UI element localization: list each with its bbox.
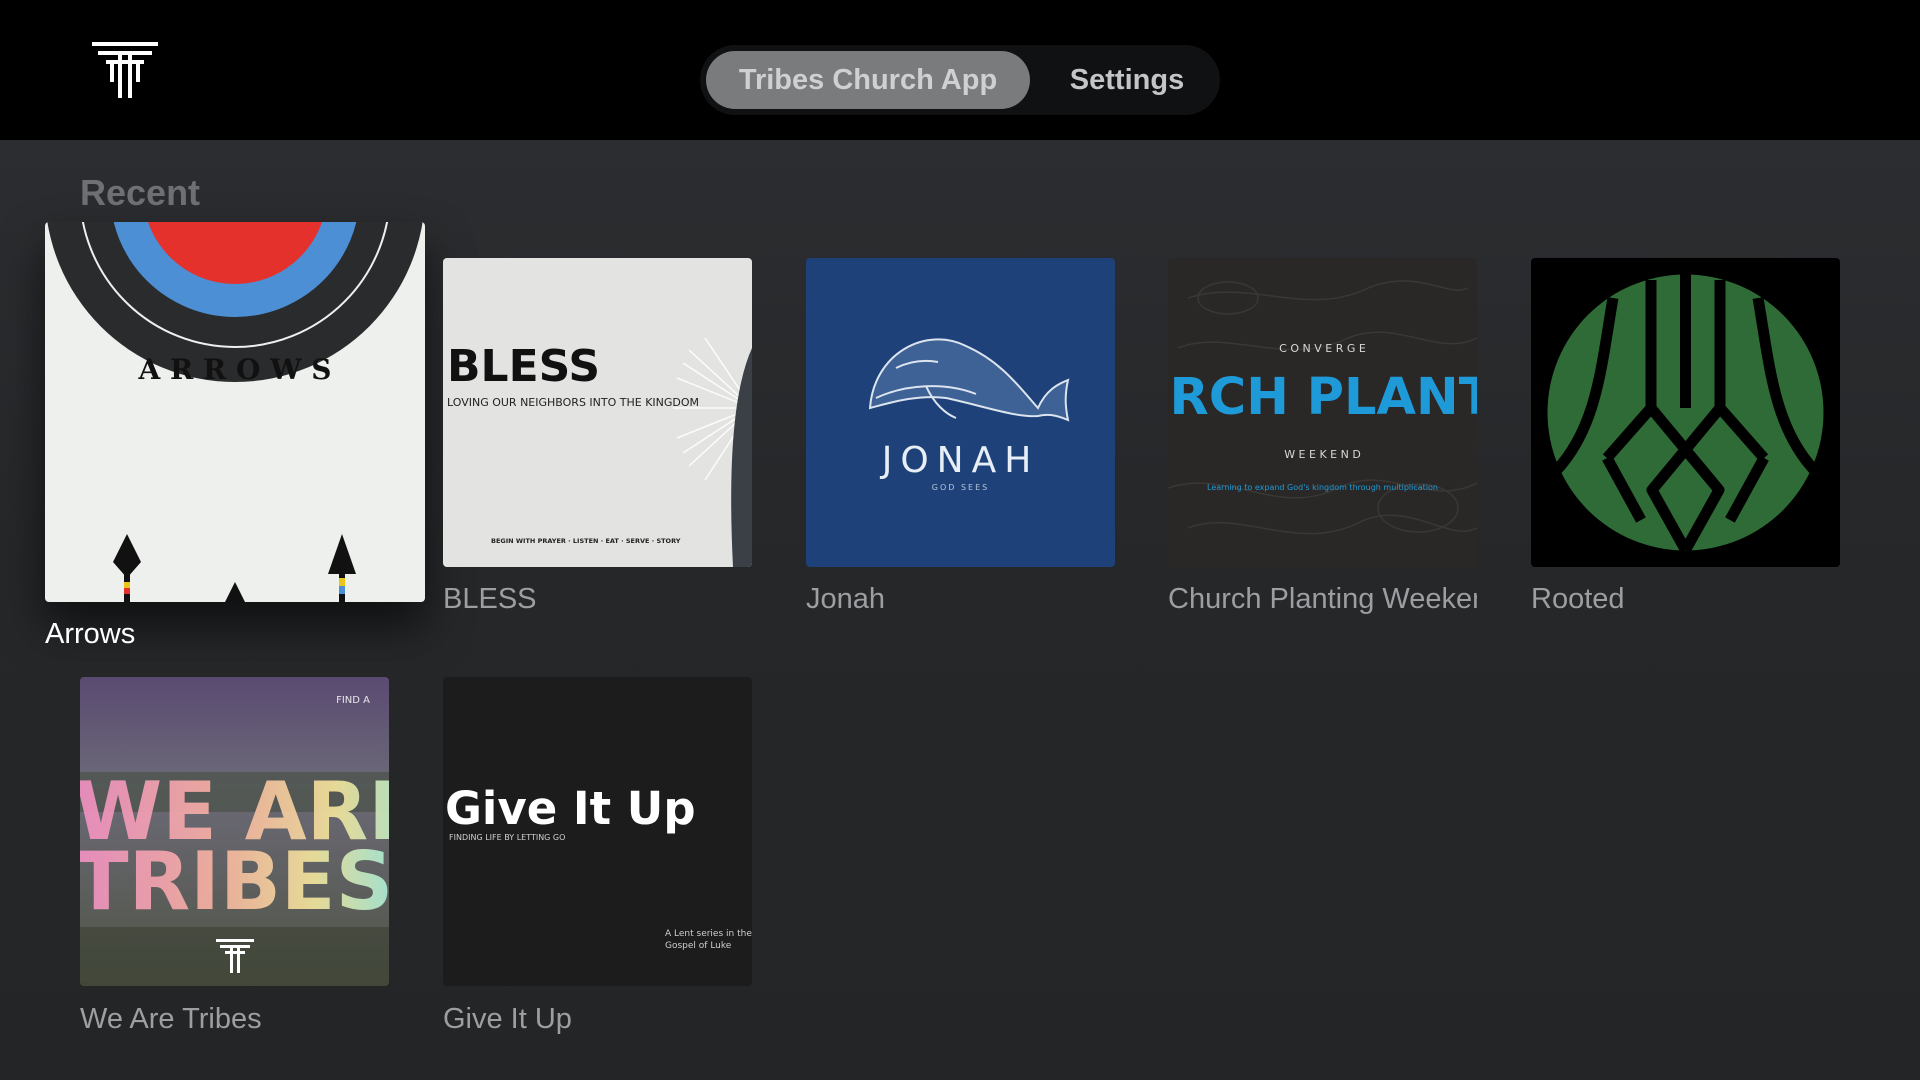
rooted-artwork [1531, 258, 1840, 567]
church-planting-art-title: CHURCH PLANTING [1168, 368, 1477, 427]
we-are-tribes-art-corner: FIND A [336, 695, 370, 706]
give-it-up-artwork: Give It Up FINDING LIFE BY LETTING GO A … [443, 677, 752, 986]
church-planting-art-middle: W E E K E N D [1284, 448, 1361, 461]
top-nav: Tribes Church App Settings [700, 45, 1220, 115]
top-bar: Tribes Church App Settings [0, 0, 1920, 140]
series-title-church-planting-weekend: Church Planting Weekend [1168, 583, 1477, 615]
series-title-rooted: Rooted [1531, 583, 1625, 615]
jonah-art-subtitle: GOD SEES [932, 483, 989, 492]
series-title-we-are-tribes: We Are Tribes [80, 1003, 262, 1035]
church-planting-artwork: C O N V E R G E CHURCH PLANTING W E E K … [1168, 258, 1477, 567]
bless-art-footer: BEGIN WITH PRAYER · LISTEN · EAT · SERVE… [491, 537, 681, 545]
series-title-jonah: Jonah [806, 583, 886, 615]
give-it-up-art-title: Give It Up [445, 782, 696, 835]
series-card-we-are-tribes[interactable]: FIND A WE ARE TRIBES [80, 677, 389, 986]
give-it-up-art-note-line1: A Lent series in the [665, 929, 752, 939]
series-card-rooted[interactable] [1531, 258, 1840, 567]
section-title-recent: Recent [80, 172, 201, 213]
series-card-give-it-up[interactable]: Give It Up FINDING LIFE BY LETTING GO A … [443, 677, 752, 986]
series-title-give-it-up: Give It Up [443, 1003, 572, 1035]
series-card-arrows[interactable]: A R R O W S [45, 222, 425, 602]
bless-artwork: BLESS LOVING OUR NEIGHBORS INTO THE KING… [443, 258, 752, 567]
give-it-up-art-note-line2: Gospel of Luke [665, 941, 732, 951]
we-are-tribes-art-line2: TRIBES [80, 835, 389, 928]
series-card-jonah[interactable]: JONAH GOD SEES [806, 258, 1115, 567]
jonah-art-title: JONAH [880, 440, 1040, 481]
church-planting-art-tagline: Learning to expand God's kingdom through… [1207, 483, 1438, 492]
series-title-arrows: Arrows [45, 618, 136, 650]
we-are-tribes-artwork: FIND A WE ARE TRIBES [80, 677, 389, 986]
church-planting-art-top: C O N V E R G E [1279, 342, 1366, 355]
tab-tribes-church-app[interactable]: Tribes Church App [706, 51, 1030, 109]
tab-settings[interactable]: Settings [1040, 51, 1214, 109]
series-card-church-planting-weekend[interactable]: C O N V E R G E CHURCH PLANTING W E E K … [1168, 258, 1477, 567]
bless-art-subtitle: LOVING OUR NEIGHBORS INTO THE KINGDOM [447, 396, 699, 409]
series-title-bless: BLESS [443, 583, 537, 615]
arrows-artwork: A R R O W S [45, 222, 425, 602]
tribes-logo-icon [92, 42, 158, 98]
arrows-art-title: A R R O W S [137, 353, 331, 386]
bless-art-title: BLESS [447, 341, 600, 392]
give-it-up-art-subtitle: FINDING LIFE BY LETTING GO [449, 833, 565, 842]
series-card-bless[interactable]: BLESS LOVING OUR NEIGHBORS INTO THE KING… [443, 258, 752, 567]
jonah-artwork: JONAH GOD SEES [806, 258, 1115, 567]
